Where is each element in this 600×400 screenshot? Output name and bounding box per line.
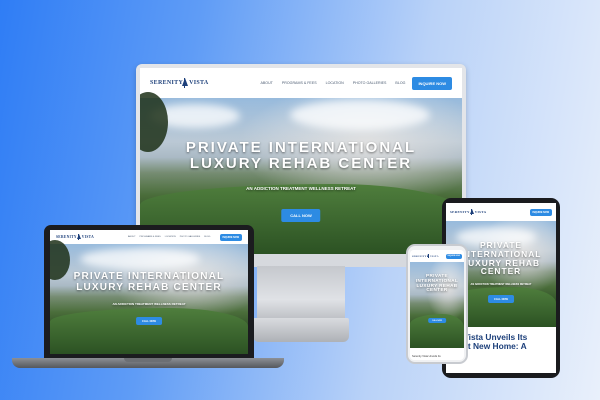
tablet-logo-sail-icon bbox=[469, 209, 474, 215]
monitor-stand-neck bbox=[257, 266, 345, 322]
nav-item-photo-galleries[interactable]: PHOTO GALLERIES bbox=[353, 81, 387, 85]
mockup-scene: SERENITY VISTA ABOUT PROGRAMS & FEES LOC… bbox=[0, 0, 600, 400]
hero-title: PRIVATE INTERNATIONAL LUXURY REHAB CENTE… bbox=[140, 140, 462, 172]
laptop-call-now-button[interactable]: CALL NOW bbox=[136, 317, 162, 325]
logo-text-right: VISTA bbox=[189, 80, 209, 86]
laptop-hero-hills-image bbox=[50, 308, 248, 354]
nav-item-programs[interactable]: PROGRAMS & FEES bbox=[282, 81, 317, 85]
main-nav: ABOUT PROGRAMS & FEES LOCATION PHOTO GAL… bbox=[260, 81, 405, 85]
laptop-hero-title: PRIVATE INTERNATIONAL LUXURY REHAB CENTE… bbox=[50, 271, 248, 293]
laptop-site-header: SERENITY VISTA ABOUT PROGRAMS & FEES LOC… bbox=[50, 230, 248, 244]
laptop-hero-title-line-1: PRIVATE INTERNATIONAL bbox=[73, 271, 225, 282]
phone-site-logo[interactable]: SERENITY VISTA bbox=[412, 254, 439, 258]
inquire-now-button[interactable]: INQUIRE NOW bbox=[412, 76, 452, 90]
hero-subtitle: AN ADDICTION TREATMENT WELLNESS RETREAT bbox=[246, 186, 356, 191]
phone-logo-text-left: SERENITY bbox=[412, 254, 427, 258]
nav-item-location[interactable]: LOCATION bbox=[326, 81, 344, 85]
phone-call-now-button[interactable]: CALL NOW bbox=[428, 318, 446, 323]
phone-screen: SERENITY VISTA INQUIRE NOW PRIVATE INTER… bbox=[410, 250, 464, 360]
hero-title-line-1: PRIVATE INTERNATIONAL bbox=[185, 139, 417, 156]
phone-hero-title: PRIVATE INTERNATIONAL LUXURY REHAB CENTE… bbox=[410, 273, 464, 293]
tablet-inquire-now-button[interactable]: INQUIRE NOW bbox=[529, 208, 552, 216]
laptop-logo-text-left: SERENITY bbox=[56, 235, 77, 239]
laptop-nav-location[interactable]: LOCATION bbox=[165, 236, 176, 238]
logo-sail-icon bbox=[182, 78, 189, 88]
laptop-nav-photo-galleries[interactable]: PHOTO GALLERIES bbox=[180, 236, 201, 238]
tablet-logo-text-left: SERENITY bbox=[450, 210, 470, 214]
phone-hero-title-line-4: CENTER bbox=[426, 287, 448, 293]
laptop-hero-section: PRIVATE INTERNATIONAL LUXURY REHAB CENTE… bbox=[50, 240, 248, 354]
laptop-hero-title-line-2: LUXURY REHAB CENTER bbox=[76, 281, 222, 293]
phone-hero-section: PRIVATE INTERNATIONAL LUXURY REHAB CENTE… bbox=[410, 262, 464, 348]
phone-logo-text-right: VISTA bbox=[430, 254, 439, 258]
laptop-inquire-now-button[interactable]: INQUIRE NOW bbox=[219, 233, 242, 241]
phone-site-header: SERENITY VISTA INQUIRE NOW bbox=[410, 250, 464, 262]
site-header: SERENITY VISTA ABOUT PROGRAMS & FEES LOC… bbox=[140, 68, 462, 98]
laptop-screen: SERENITY VISTA ABOUT PROGRAMS & FEES LOC… bbox=[50, 230, 248, 354]
tablet-call-now-button[interactable]: CALL NOW bbox=[488, 295, 514, 303]
phone-caption[interactable]: Serenity Vista Unveils Its bbox=[412, 355, 464, 358]
laptop-nav-blog[interactable]: BLOG bbox=[204, 236, 210, 238]
tablet-site-header: SERENITY VISTA INQUIRE NOW bbox=[446, 203, 556, 221]
monitor-stand-foot bbox=[253, 318, 349, 342]
laptop-nav-programs[interactable]: PROGRAMS & FEES bbox=[140, 236, 161, 238]
laptop-logo-text-right: VISTA bbox=[81, 235, 94, 239]
laptop-notch bbox=[124, 358, 172, 362]
nav-item-about[interactable]: ABOUT bbox=[260, 81, 272, 85]
phone-logo-sail-icon bbox=[427, 254, 430, 258]
hero-title-line-2: LUXURY REHAB CENTER bbox=[189, 154, 413, 172]
tablet-site-logo[interactable]: SERENITY VISTA bbox=[450, 209, 486, 215]
laptop-logo-sail-icon bbox=[76, 234, 81, 240]
laptop-nav: ABOUT PROGRAMS & FEES LOCATION PHOTO GAL… bbox=[128, 236, 210, 238]
call-now-button[interactable]: CALL NOW bbox=[281, 209, 321, 222]
laptop-nav-about[interactable]: ABOUT bbox=[128, 236, 136, 238]
phone-inquire-now-button[interactable]: INQUIRE NOW bbox=[445, 253, 462, 259]
tablet-logo-text-right: VISTA bbox=[474, 210, 487, 214]
site-logo[interactable]: SERENITY VISTA bbox=[150, 78, 208, 88]
nav-item-blog[interactable]: BLOG bbox=[395, 81, 405, 85]
laptop-hero-subtitle: AN ADDICTION TREATMENT WELLNESS RETREAT bbox=[112, 302, 186, 306]
laptop-site-logo[interactable]: SERENITY VISTA bbox=[56, 234, 94, 240]
logo-text-left: SERENITY bbox=[150, 80, 184, 86]
